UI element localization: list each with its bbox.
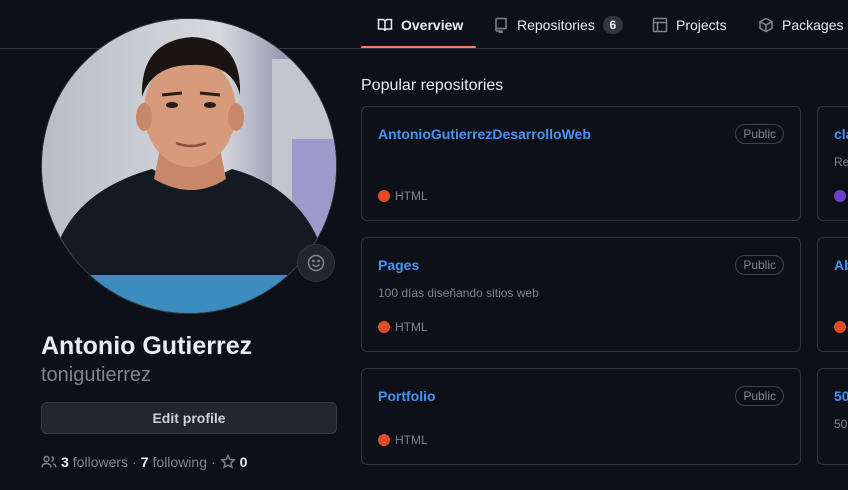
repo-language: HTML	[378, 189, 428, 203]
active-tab-underline	[361, 46, 476, 48]
tab-projects-label: Projects	[676, 16, 727, 33]
repo-name-link[interactable]: cla	[834, 126, 848, 142]
followers-link[interactable]: 3 followers	[41, 454, 128, 470]
book-icon	[377, 18, 393, 31]
language-color-dot	[378, 190, 390, 202]
language-label: HTML	[395, 189, 428, 203]
repo-card-partial: 50 50	[817, 368, 848, 465]
separator-dot: ·	[211, 454, 216, 470]
tab-repositories[interactable]: Repositories 6	[493, 0, 623, 49]
language-color-dot	[378, 321, 390, 333]
tab-projects[interactable]: Projects	[652, 0, 727, 49]
tab-packages[interactable]: Packages	[758, 0, 843, 49]
table-icon	[652, 17, 668, 32]
language-color-dot	[378, 434, 390, 446]
followers-count: 3	[61, 454, 69, 470]
stars-count: 0	[239, 454, 248, 470]
repo-name-link[interactable]: AntonioGutierrezDesarrolloWeb	[378, 126, 591, 142]
tab-overview[interactable]: Overview	[377, 0, 463, 49]
edit-profile-button[interactable]: Edit profile	[41, 402, 337, 434]
following-count: 7	[140, 454, 149, 470]
follow-stats: 3 followers · 7 following · 0	[41, 452, 251, 472]
star-icon	[219, 454, 236, 469]
language-color-dot	[834, 321, 846, 333]
repo-name-link[interactable]: Ab	[834, 257, 848, 273]
repo-name-link[interactable]: Portfolio	[378, 388, 436, 404]
smiley-icon	[307, 254, 325, 272]
repo-language: HTML	[378, 433, 428, 447]
repo-name-link[interactable]: Pages	[378, 257, 419, 273]
avatar[interactable]	[41, 18, 337, 314]
repo-card: Portfolio Public HTML	[361, 368, 801, 465]
separator-dot: ·	[132, 454, 137, 470]
repo-description: 100 días diseñando sitios web	[378, 286, 539, 300]
people-icon	[41, 455, 57, 468]
popular-repositories-title: Popular repositories	[361, 77, 504, 94]
language-color-dot	[834, 190, 846, 202]
repositories-count-badge: 6	[602, 15, 623, 34]
followers-label: followers	[72, 454, 129, 470]
tab-packages-label: Packages	[782, 16, 844, 33]
repo-card: Pages Public 100 días diseñando sitios w…	[361, 237, 801, 352]
profile-full-name: Antonio Gutierrez	[41, 332, 253, 360]
repo-card-partial: Ab	[817, 237, 848, 352]
repo-icon	[495, 17, 507, 33]
visibility-badge: Public	[735, 124, 784, 144]
visibility-badge: Public	[735, 255, 784, 275]
visibility-badge: Public	[735, 386, 784, 406]
package-icon	[759, 17, 773, 32]
repo-card-partial: cla Re	[817, 106, 848, 221]
stars-link[interactable]: 0	[219, 454, 252, 470]
repo-card: AntonioGutierrezDesarrolloWeb Public HTM…	[361, 106, 801, 221]
repo-name-link[interactable]: 50	[834, 388, 848, 404]
tab-repositories-label: Repositories	[517, 16, 595, 33]
language-label: HTML	[395, 320, 428, 334]
tab-overview-label: Overview	[401, 16, 464, 33]
avatar-photo	[42, 19, 336, 313]
set-status-button[interactable]	[297, 244, 335, 282]
language-label: HTML	[395, 433, 428, 447]
following-link[interactable]: 7 following	[141, 454, 207, 470]
profile-username: tonigutierrez	[41, 364, 152, 386]
following-label: following	[152, 454, 207, 470]
repo-language: HTML	[378, 320, 428, 334]
repo-description: 50	[834, 417, 848, 431]
repo-description: Re	[834, 155, 848, 169]
